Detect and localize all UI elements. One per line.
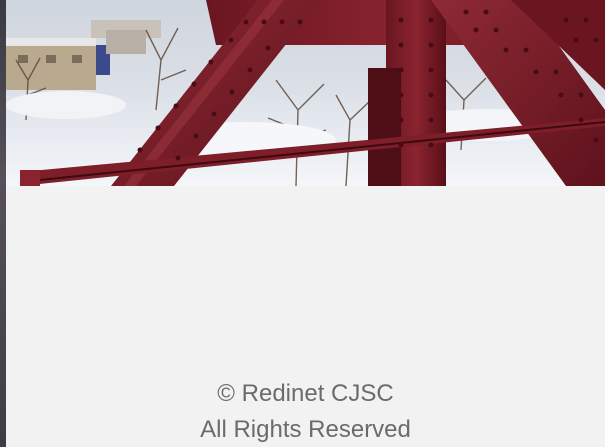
footer: © Redinet CJSC All Rights Reserved: [6, 186, 605, 447]
footer-text: © Redinet CJSC All Rights Reserved: [6, 376, 605, 447]
rights-text: All Rights Reserved: [200, 416, 411, 443]
copyright-text: © Redinet CJSC: [217, 380, 394, 407]
fence-post: [20, 170, 40, 186]
page: © Redinet CJSC All Rights Reserved: [0, 0, 605, 447]
bridge-truss-photo: [6, 0, 605, 186]
hero-image: [6, 0, 605, 186]
